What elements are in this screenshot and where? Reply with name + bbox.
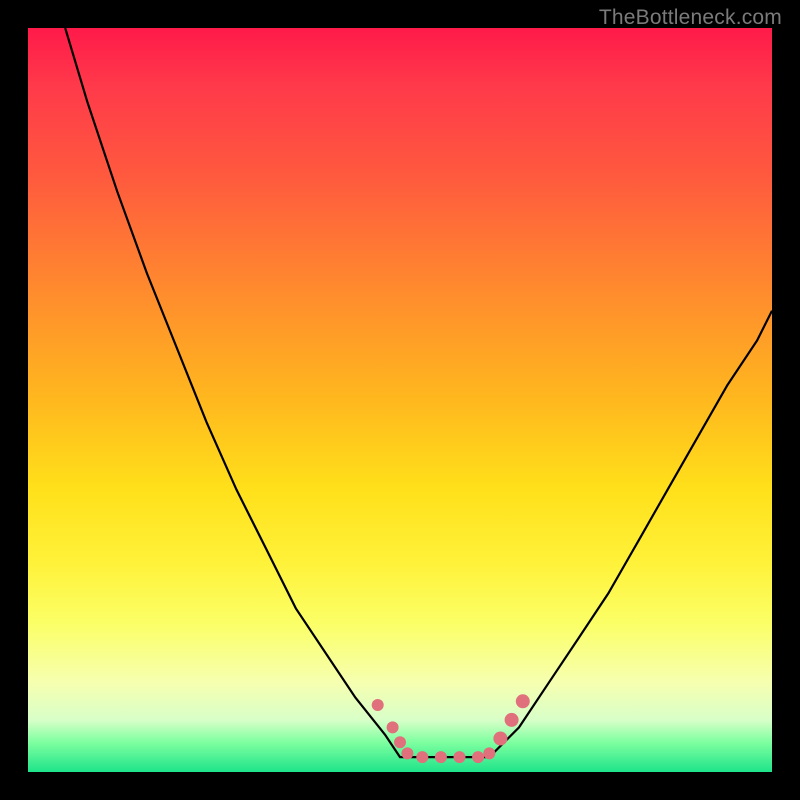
marker-dot <box>516 694 530 708</box>
marker-dot <box>372 699 384 711</box>
marker-dot <box>483 747 495 759</box>
curve-line <box>65 28 772 757</box>
curve-markers <box>372 694 530 763</box>
marker-dot <box>454 751 466 763</box>
marker-dot <box>493 732 507 746</box>
chart-frame: TheBottleneck.com <box>0 0 800 800</box>
marker-dot <box>387 721 399 733</box>
marker-dot <box>394 736 406 748</box>
bottleneck-curve <box>28 28 772 772</box>
marker-dot <box>416 751 428 763</box>
marker-dot <box>401 747 413 759</box>
attribution-label: TheBottleneck.com <box>599 6 782 30</box>
marker-dot <box>505 713 519 727</box>
marker-dot <box>435 751 447 763</box>
marker-dot <box>472 751 484 763</box>
